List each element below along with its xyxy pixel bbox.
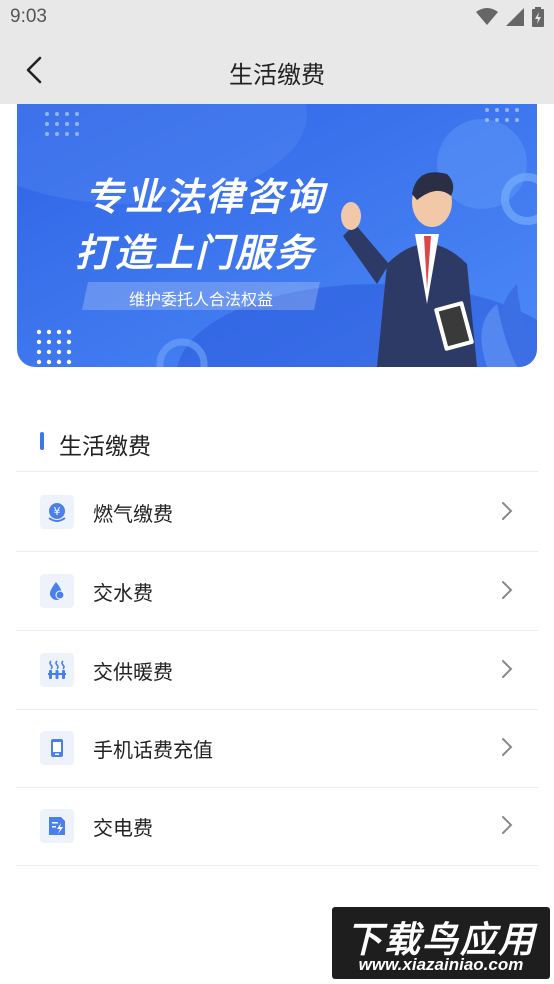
electricity-icon <box>40 809 74 843</box>
wifi-icon <box>476 8 498 25</box>
page-title: 生活缴费 <box>229 61 325 89</box>
app-bar: 生活缴费 <box>0 36 554 104</box>
list-item-heating[interactable]: 交供暖费 <box>16 631 538 710</box>
list-item-label: 燃气缴费 <box>93 502 173 526</box>
status-time: 9:03 <box>10 6 47 27</box>
water-drop-icon <box>40 574 74 608</box>
gas-payment-icon: ¥ <box>40 495 74 529</box>
section-header: 生活缴费 <box>16 414 538 472</box>
status-bar: 9:03 <box>0 0 554 36</box>
status-icons <box>476 7 544 27</box>
battery-icon <box>532 7 544 27</box>
banner-subtitle: 维护委托人合法权益 <box>128 290 273 309</box>
mobile-phone-icon <box>40 731 74 765</box>
list-item-label: 交水费 <box>93 581 153 605</box>
section-title: 生活缴费 <box>59 434 151 460</box>
list-item-mobile-topup[interactable]: 手机话费充值 <box>16 709 538 788</box>
section-accent-bar <box>40 432 44 450</box>
signal-icon <box>506 8 524 26</box>
heating-icon <box>40 653 74 687</box>
chevron-right-icon <box>502 660 513 678</box>
chevron-right-icon <box>502 816 513 834</box>
chevron-right-icon <box>502 738 513 756</box>
chevron-right-icon <box>502 581 513 599</box>
list-item-label: 手机话费充值 <box>93 738 213 762</box>
watermark-url: www.xiazainiao.com <box>358 955 524 974</box>
svg-text:¥: ¥ <box>54 505 61 518</box>
banner-headline-1: 专业法律咨询 <box>85 175 326 219</box>
list-item-water[interactable]: 交水费 <box>16 552 538 631</box>
banner-headline-2: 打造上门服务 <box>75 231 316 275</box>
promo-banner[interactable]: 专业法律咨询 打造上门服务 维护委托人合法权益 <box>17 104 537 367</box>
list-item-gas[interactable]: ¥ 燃气缴费 <box>16 473 538 552</box>
watermark-logo: 下载鸟应用 www.xiazainiao.com <box>332 907 550 979</box>
chevron-right-icon <box>502 502 513 520</box>
list-item-electricity[interactable]: 交电费 <box>16 787 538 866</box>
list-item-label: 交电费 <box>93 816 153 840</box>
list-item-label: 交供暖费 <box>93 660 173 684</box>
